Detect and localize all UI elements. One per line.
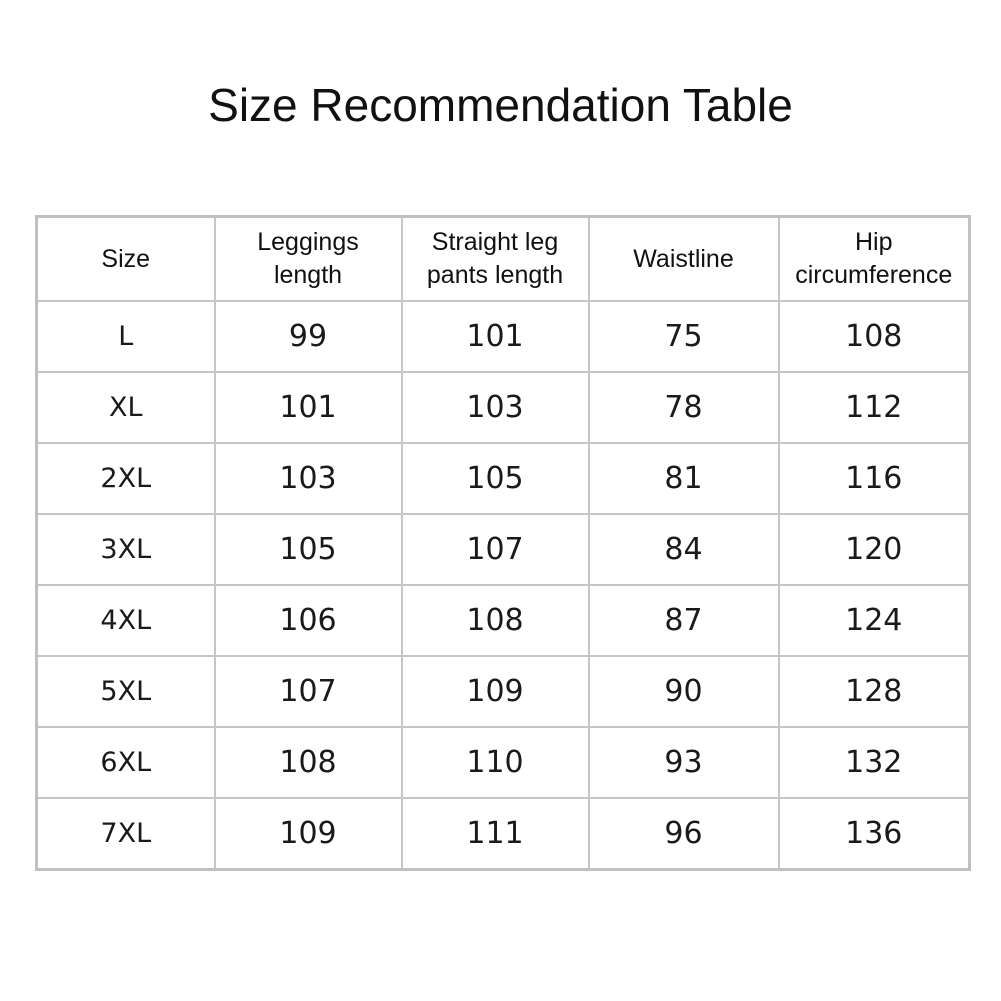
header-label-line2: length: [273, 261, 343, 289]
leggings-length-cell: 103: [213, 442, 403, 515]
hip-circumference-cell: 124: [777, 584, 971, 657]
header-label-line1: Waistline: [633, 244, 734, 273]
straight-leg-length-cell: 108: [400, 584, 590, 657]
waistline-cell: 81: [587, 442, 780, 515]
size-cell: 4XL: [35, 584, 216, 657]
header-row: Size Leggings length Straight leg pants leng…: [35, 215, 971, 302]
hip-circumference-cell: 112: [777, 371, 971, 444]
table-row: 4XL 106 108 87 124: [35, 584, 971, 657]
size-cell: 3XL: [35, 513, 216, 586]
size-cell: 2XL: [35, 442, 216, 515]
hip-circumference-cell: 116: [777, 442, 971, 515]
table-row: XL 101 103 78 112: [35, 371, 971, 444]
size-cell: XL: [35, 371, 216, 444]
hip-circumference-cell: 128: [777, 655, 971, 728]
page-title: Size Recommendation Table: [208, 79, 793, 131]
table-row: 6XL 108 110 93 132: [35, 726, 971, 799]
straight-leg-length-cell: 111: [400, 797, 590, 871]
leggings-length-cell: 99: [213, 300, 403, 373]
table-row: L 99 101 75 108: [35, 300, 971, 373]
header-label-line1: Straight leg: [431, 228, 559, 256]
size-cell: 6XL: [35, 726, 216, 799]
table-row: 5XL 107 109 90 128: [35, 655, 971, 728]
straight-leg-length-cell: 103: [400, 371, 590, 444]
header-label-line2: circumference: [795, 261, 953, 289]
leggings-length-cell: 101: [213, 371, 403, 444]
waistline-cell: 78: [587, 371, 780, 444]
header-label-line1: Hip: [854, 228, 893, 256]
straight-leg-length-cell: 110: [400, 726, 590, 799]
leggings-length-cell: 108: [213, 726, 403, 799]
leggings-length-cell: 107: [213, 655, 403, 728]
table-row: 7XL 109 111 96 136: [35, 797, 971, 871]
waistline-cell: 87: [587, 584, 780, 657]
table-row: 2XL 103 105 81 116: [35, 442, 971, 515]
straight-leg-length-cell: 109: [400, 655, 590, 728]
table-row: 3XL 105 107 84 120: [35, 513, 971, 586]
waistline-cell: 90: [587, 655, 780, 728]
straight-leg-length-cell: 101: [400, 300, 590, 373]
size-cell: 7XL: [35, 797, 216, 871]
size-table: Size Leggings length Straight leg pants leng…: [35, 215, 971, 871]
table-body: L 99 101 75 108 XL 101 103 78 112 2XL 103 105 81 116 3X…: [35, 300, 971, 871]
leggings-length-cell: 109: [213, 797, 403, 871]
hip-circumference-cell: 136: [777, 797, 971, 871]
header-waistline: Waistline: [587, 215, 780, 302]
size-cell: L: [35, 300, 216, 373]
header-hip-circumference: Hip circumference: [777, 215, 971, 302]
waistline-cell: 75: [587, 300, 780, 373]
header-label-line1: Size: [101, 244, 151, 273]
waistline-cell: 96: [587, 797, 780, 871]
header-leggings-length: Leggings length: [213, 215, 403, 302]
hip-circumference-cell: 120: [777, 513, 971, 586]
header-size: Size: [35, 215, 216, 302]
waistline-cell: 93: [587, 726, 780, 799]
header-straight-leg-pants-length: Straight leg pants length: [400, 215, 590, 302]
hip-circumference-cell: 132: [777, 726, 971, 799]
size-cell: 5XL: [35, 655, 216, 728]
header-label-line1: Leggings: [257, 228, 359, 256]
waistline-cell: 84: [587, 513, 780, 586]
hip-circumference-cell: 108: [777, 300, 971, 373]
leggings-length-cell: 105: [213, 513, 403, 586]
leggings-length-cell: 106: [213, 584, 403, 657]
straight-leg-length-cell: 107: [400, 513, 590, 586]
straight-leg-length-cell: 105: [400, 442, 590, 515]
header-label-line2: pants length: [426, 261, 564, 289]
